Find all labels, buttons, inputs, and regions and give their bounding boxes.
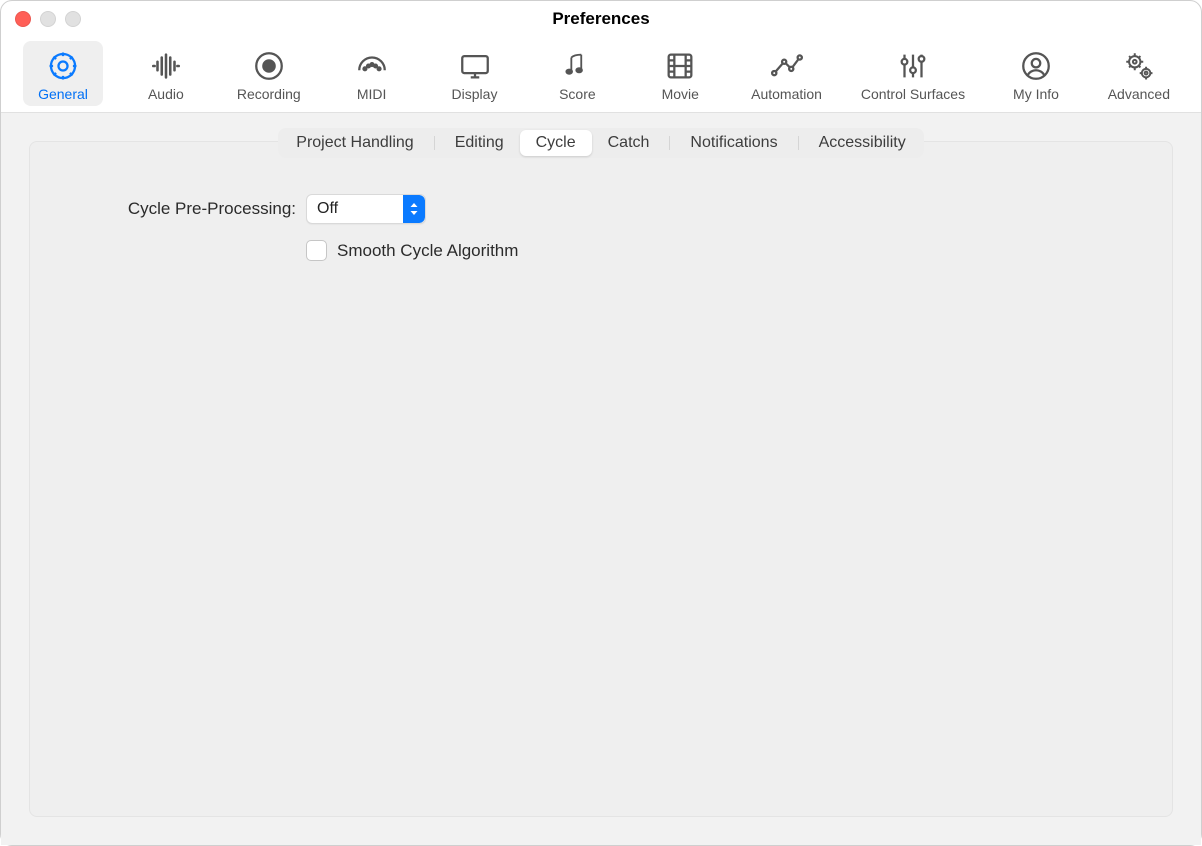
toolbar-item-control-surfaces[interactable]: Control Surfaces: [853, 41, 973, 106]
close-button[interactable]: [15, 11, 31, 27]
film-icon: [661, 47, 699, 85]
select-value: Off: [307, 200, 403, 218]
person-circle-icon: [1017, 47, 1055, 85]
subtab-bar: Project Handling Editing Cycle Catch Not…: [30, 128, 1172, 158]
toolbar-label: Automation: [751, 86, 822, 102]
toolbar-label: Advanced: [1108, 86, 1170, 102]
subtab-accessibility[interactable]: Accessibility: [803, 130, 922, 156]
titlebar: Preferences: [1, 1, 1201, 37]
record-icon: [250, 47, 288, 85]
updown-arrows-icon: [403, 195, 425, 223]
toolbar-item-movie[interactable]: Movie: [640, 41, 720, 106]
toolbar-item-my-info[interactable]: My Info: [996, 41, 1076, 106]
display-icon: [456, 47, 494, 85]
preferences-toolbar: General Audio Recording MIDI: [1, 37, 1201, 113]
music-notes-icon: [558, 47, 596, 85]
sliders-icon: [894, 47, 932, 85]
zoom-button[interactable]: [65, 11, 81, 27]
subtab-project-handling[interactable]: Project Handling: [280, 130, 429, 156]
toolbar-label: My Info: [1013, 86, 1059, 102]
subtab-editing[interactable]: Editing: [439, 130, 520, 156]
toolbar-label: Display: [452, 86, 498, 102]
waveform-icon: [147, 47, 185, 85]
toolbar-item-audio[interactable]: Audio: [126, 41, 206, 106]
gears-icon: [1120, 47, 1158, 85]
smooth-cycle-checkbox[interactable]: [306, 240, 327, 261]
general-panel: Project Handling Editing Cycle Catch Not…: [29, 141, 1173, 817]
midi-icon: [353, 47, 391, 85]
subtab-notifications[interactable]: Notifications: [674, 130, 793, 156]
subtab-catch[interactable]: Catch: [592, 130, 666, 156]
subtab-cycle[interactable]: Cycle: [520, 130, 592, 156]
toolbar-item-score[interactable]: Score: [537, 41, 617, 106]
toolbar-label: Audio: [148, 86, 184, 102]
toolbar-item-general[interactable]: General: [23, 41, 103, 106]
toolbar-item-recording[interactable]: Recording: [229, 41, 309, 106]
cycle-form: Cycle Pre-Processing: Off Smooth Cycle A…: [54, 194, 1172, 277]
cycle-pre-processing-row: Cycle Pre-Processing: Off: [54, 194, 1172, 224]
smooth-cycle-label: Smooth Cycle Algorithm: [337, 241, 518, 261]
content-area: Project Handling Editing Cycle Catch Not…: [1, 113, 1201, 845]
toolbar-label: Recording: [237, 86, 301, 102]
toolbar-item-automation[interactable]: Automation: [743, 41, 830, 106]
minimize-button[interactable]: [40, 11, 56, 27]
separator: [798, 136, 799, 150]
separator: [669, 136, 670, 150]
automation-icon: [768, 47, 806, 85]
cycle-pre-processing-select[interactable]: Off: [306, 194, 426, 224]
toolbar-label: MIDI: [357, 86, 387, 102]
toolbar-label: Control Surfaces: [861, 86, 965, 102]
toolbar-item-midi[interactable]: MIDI: [332, 41, 412, 106]
toolbar-label: General: [38, 86, 88, 102]
window-controls: [15, 11, 81, 27]
segmented-control: Project Handling Editing Cycle Catch Not…: [278, 128, 923, 158]
toolbar-item-display[interactable]: Display: [435, 41, 515, 106]
window-title: Preferences: [1, 9, 1201, 29]
separator: [434, 136, 435, 150]
toolbar-label: Score: [559, 86, 596, 102]
gear-icon: [44, 47, 82, 85]
toolbar-item-advanced[interactable]: Advanced: [1099, 41, 1179, 106]
toolbar-label: Movie: [662, 86, 699, 102]
cycle-pre-processing-label: Cycle Pre-Processing:: [54, 199, 296, 219]
smooth-cycle-row: Smooth Cycle Algorithm: [54, 240, 1172, 261]
